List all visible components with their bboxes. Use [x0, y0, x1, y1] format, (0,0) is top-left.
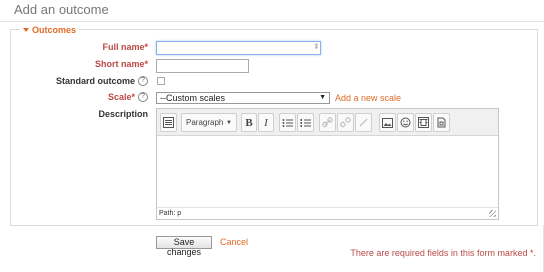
full-name-input[interactable]: [156, 41, 321, 55]
italic-button[interactable]: I: [258, 113, 274, 132]
required-note-suffix: .: [533, 248, 536, 258]
required-note-text: There are required fields in this form m…: [350, 248, 528, 258]
special-char-icon: [359, 118, 368, 127]
add-new-scale-link[interactable]: Add a new scale: [335, 93, 401, 103]
image-button[interactable]: [379, 113, 396, 132]
bold-button[interactable]: B: [241, 113, 257, 132]
short-name-label: Short name*: [95, 59, 148, 69]
required-star-icon: *: [144, 59, 148, 69]
link-icon: [322, 117, 333, 128]
toolbar-toggle-button[interactable]: [160, 113, 177, 132]
dropdown-arrow-icon: ▼: [226, 119, 232, 126]
manage-files-button[interactable]: [433, 113, 450, 132]
standard-outcome-label: Standard outcome: [55, 76, 135, 86]
numbered-list-button[interactable]: [297, 113, 314, 132]
save-changes-button[interactable]: Save changes: [156, 236, 212, 257]
collapse-triangle-icon: [23, 28, 29, 32]
required-star-icon: *: [131, 92, 135, 102]
emoticon-button[interactable]: [397, 113, 414, 132]
editor-toolbar: Paragraph ▼ B I: [157, 109, 498, 136]
image-icon: [382, 117, 393, 128]
outcomes-legend[interactable]: Outcomes: [20, 25, 80, 35]
special-char-button[interactable]: [355, 113, 372, 132]
dropdown-arrow-icon: ▼: [319, 94, 326, 101]
resize-grip-icon[interactable]: [489, 210, 496, 217]
cancel-link[interactable]: Cancel: [220, 237, 248, 247]
format-select[interactable]: Paragraph ▼: [181, 113, 237, 132]
italic-icon: I: [264, 116, 268, 129]
format-select-value: Paragraph: [186, 118, 224, 127]
media-icon: [418, 117, 429, 128]
link-button[interactable]: [319, 113, 336, 132]
description-label: Description: [98, 109, 148, 119]
unlink-icon: [340, 117, 351, 128]
full-name-label: Full name*: [102, 42, 148, 52]
page-title: Add an outcome: [14, 2, 109, 17]
input-helper-icon: ⬍: [313, 42, 320, 51]
emoticon-icon: [400, 117, 411, 128]
outcomes-legend-label: Outcomes: [32, 25, 77, 35]
bullet-list-icon: [282, 118, 293, 127]
bullet-list-button[interactable]: [279, 113, 296, 132]
bold-icon: B: [245, 116, 253, 129]
full-name-label-text: Full name: [102, 42, 145, 52]
numbered-list-icon: [300, 118, 311, 127]
editor-path: Path: p: [157, 207, 498, 219]
short-name-label-text: Short name: [94, 59, 145, 69]
standard-outcome-checkbox[interactable]: [157, 77, 165, 85]
media-button[interactable]: [415, 113, 432, 132]
help-icon[interactable]: ?: [138, 76, 148, 86]
required-fields-note: There are required fields in this form m…: [350, 248, 536, 258]
toolbar-toggle-icon: [163, 117, 174, 128]
scale-selected-value: --Custom scales: [160, 93, 226, 103]
scale-label: Scale*: [108, 92, 135, 102]
description-editor: Paragraph ▼ B I Path: p: [156, 108, 499, 220]
unlink-button[interactable]: [337, 113, 354, 132]
title-divider: [0, 21, 544, 22]
help-icon[interactable]: ?: [138, 92, 148, 102]
required-star-icon: *: [144, 42, 148, 52]
short-name-input[interactable]: [156, 59, 249, 73]
scale-label-text: Scale: [107, 92, 132, 102]
scale-select[interactable]: --Custom scales ▼: [156, 92, 330, 104]
manage-files-icon: [437, 117, 446, 128]
